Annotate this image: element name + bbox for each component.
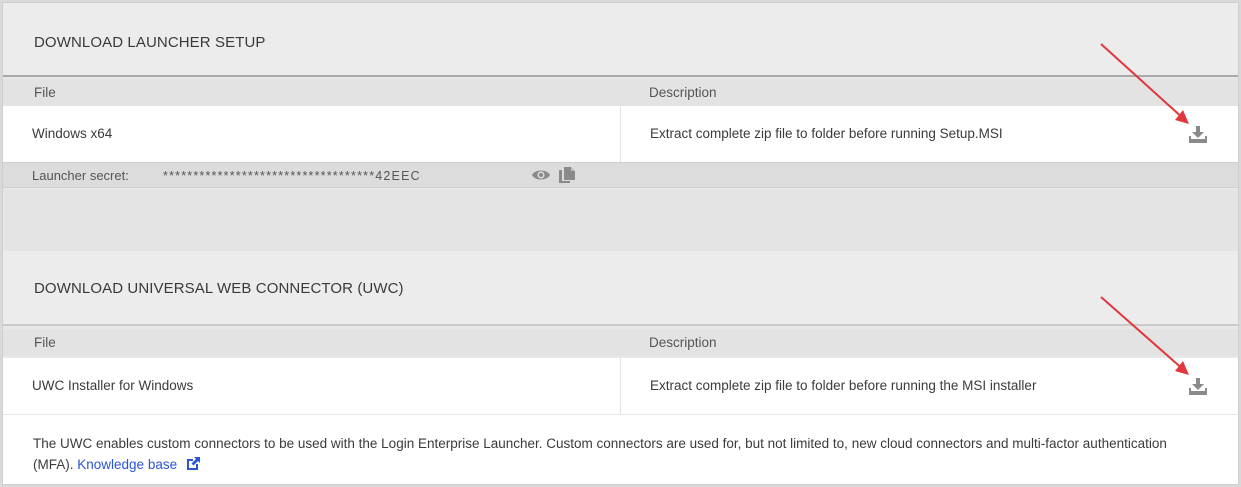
eye-icon[interactable] <box>531 167 551 183</box>
column-divider <box>620 358 621 414</box>
column-description: Description <box>649 335 717 350</box>
launcher-section-header: DOWNLOAD LAUNCHER SETUP <box>3 3 1238 75</box>
uwc-section-title: DOWNLOAD UNIVERSAL WEB CONNECTOR (UWC) <box>34 280 404 297</box>
table-row: UWC Installer for Windows Extract comple… <box>3 358 1238 414</box>
launcher-secret-bar: Launcher secret: ***********************… <box>3 162 1238 188</box>
column-file: File <box>34 85 56 100</box>
uwc-info-box: The UWC enables custom connectors to be … <box>3 414 1238 484</box>
annotation-arrow <box>1100 43 1189 124</box>
launcher-secret-label: Launcher secret: <box>32 168 129 183</box>
uwc-column-header: File Description <box>3 329 1238 356</box>
uwc-info-text: The UWC enables custom connectors to be … <box>33 436 1167 472</box>
knowledge-base-link[interactable]: Knowledge base <box>77 457 177 472</box>
external-link-icon[interactable] <box>185 456 201 472</box>
column-divider <box>620 106 621 162</box>
file-name: UWC Installer for Windows <box>32 378 194 393</box>
section-gap <box>3 189 1238 251</box>
column-description: Description <box>649 85 717 100</box>
uwc-section-header: DOWNLOAD UNIVERSAL WEB CONNECTOR (UWC) <box>3 251 1238 324</box>
annotation-arrow <box>1100 296 1189 375</box>
file-name: Windows x64 <box>32 126 113 141</box>
header-separator <box>3 324 1238 326</box>
column-file: File <box>34 335 56 350</box>
file-description: Extract complete zip file to folder befo… <box>650 378 1037 393</box>
launcher-column-header: File Description <box>3 79 1238 106</box>
download-panel: DOWNLOAD LAUNCHER SETUP File Description… <box>2 2 1239 485</box>
file-description: Extract complete zip file to folder befo… <box>650 126 1003 141</box>
header-separator <box>3 75 1238 77</box>
table-row: Windows x64 Extract complete zip file to… <box>3 106 1238 162</box>
copy-icon[interactable] <box>558 166 576 184</box>
launcher-secret-value: ***********************************42EEC <box>163 169 421 183</box>
launcher-section-title: DOWNLOAD LAUNCHER SETUP <box>34 34 266 51</box>
